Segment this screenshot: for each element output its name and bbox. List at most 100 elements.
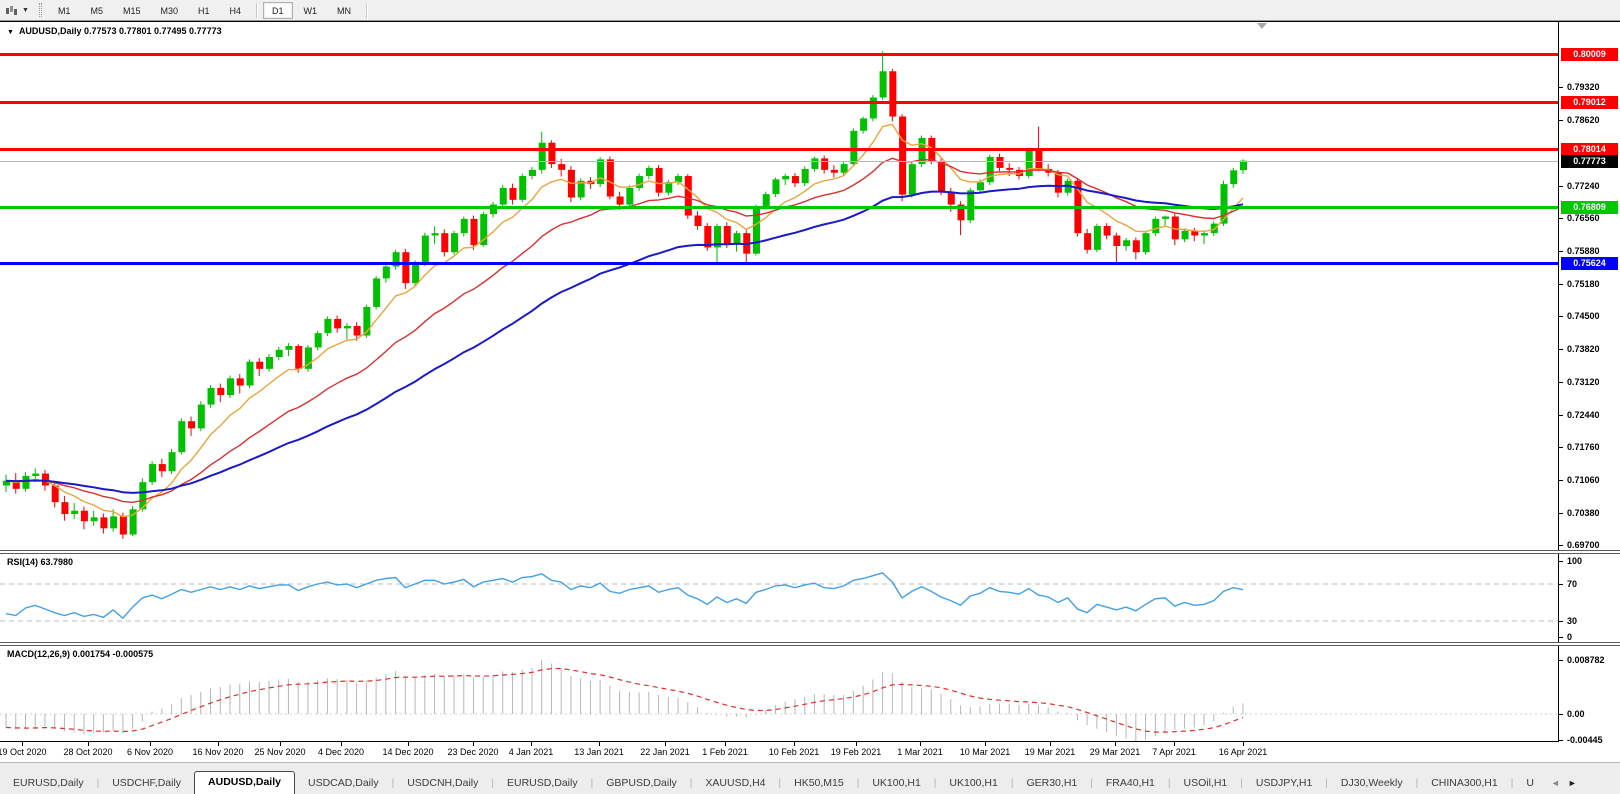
candle-up <box>1230 170 1238 185</box>
axis-tick <box>1558 87 1563 88</box>
rsi-axis-label: 0 <box>1567 632 1573 642</box>
date-label: 6 Nov 2020 <box>126 747 174 757</box>
date-tick <box>725 742 726 746</box>
chart-tab-china300[interactable]: CHINA300,H1 <box>1418 774 1511 794</box>
candle-down <box>295 345 303 369</box>
axis-tick <box>1558 637 1563 638</box>
chart-tab-usdcad[interactable]: USDCAD,Daily <box>295 774 392 794</box>
chart-tab-ger30[interactable]: GER30,H1 <box>1013 774 1090 794</box>
date-tick <box>473 742 474 746</box>
timeframe-button-mn[interactable]: MN <box>328 2 360 19</box>
candle-up <box>636 176 644 188</box>
chart-type-icon[interactable]: ▼ <box>4 4 33 17</box>
timeframe-button-m15[interactable]: M15 <box>114 2 150 19</box>
axis-price-label: 0.79320 <box>1567 82 1600 92</box>
date-axis[interactable]: 19 Oct 2020 28 Oct 2020 6 Nov 2020 16 Nov 2… <box>0 742 1620 762</box>
mt4-terminal: ▼ M1 M5 M15 M30 H1 H4 D1 W1 MN ▼ AUDUSD,Daily 0.7… <box>0 0 1620 794</box>
chart-tab-uk100[interactable]: UK100,H1 <box>859 774 933 794</box>
horizontal-level-line[interactable] <box>0 262 1558 265</box>
candle-up <box>860 118 868 131</box>
macd-axis-label: 0.00 <box>1567 709 1585 719</box>
toolbar-grip[interactable] <box>38 3 42 17</box>
candle-down <box>402 252 410 284</box>
date-tick <box>150 742 151 746</box>
axis-price-label: 0.78620 <box>1567 115 1600 125</box>
chart-tab-usdchf[interactable]: USDCHF,Daily <box>99 774 194 794</box>
candles-icon <box>6 5 17 15</box>
candle-down <box>100 517 108 529</box>
chart-tab-dj30[interactable]: DJ30,Weekly <box>1328 774 1416 794</box>
date-tick <box>408 742 409 746</box>
horizontal-level-line[interactable] <box>0 53 1558 56</box>
rsi-axis-label: 100 <box>1567 556 1583 566</box>
current-price-badge: 0.77773 <box>1561 155 1618 168</box>
chart-tab-usdjpy[interactable]: USDJPY,H1 <box>1243 774 1325 794</box>
price-axis-line <box>1558 21 1559 741</box>
chart-tab-xauusd[interactable]: XAUUSD,H4 <box>692 774 778 794</box>
level-price-badge: 0.76809 <box>1561 201 1618 214</box>
chart-tab-audusd[interactable]: AUDUSD,Daily <box>194 771 295 794</box>
horizontal-level-line[interactable] <box>0 148 1558 151</box>
candle-down <box>606 159 614 197</box>
horizontal-level-line[interactable] <box>0 101 1558 104</box>
timeframe-button-m1[interactable]: M1 <box>49 2 80 19</box>
date-tick <box>1174 742 1175 746</box>
chart-tab-eurusd[interactable]: EURUSD,Daily <box>494 774 591 794</box>
axis-price-label: 0.71060 <box>1567 475 1600 485</box>
candle-down <box>889 71 897 117</box>
date-label: 10 Mar 2021 <box>959 747 1011 757</box>
chart-tab-fra40[interactable]: FRA40,H1 <box>1093 774 1168 794</box>
candle-down <box>158 464 166 472</box>
candle-up <box>246 361 254 386</box>
date-tick <box>856 742 857 746</box>
chart-tab-gbpusd[interactable]: GBPUSD,Daily <box>593 774 690 794</box>
date-tick <box>985 742 986 746</box>
date-label: 19 Mar 2021 <box>1024 747 1076 757</box>
macd-panel[interactable] <box>0 647 1558 741</box>
timeframe-button-w1[interactable]: W1 <box>295 2 327 19</box>
current-price-line <box>0 161 1558 162</box>
axis-price-label: 0.76560 <box>1567 213 1600 223</box>
axis-price-label: 0.70380 <box>1567 508 1600 518</box>
date-label: 29 Mar 2021 <box>1089 747 1141 757</box>
rsi-indicator-label: RSI(14) 63.7980 <box>7 557 74 567</box>
collapse-icon[interactable]: ▼ <box>7 29 14 36</box>
timeframe-button-h1[interactable]: H1 <box>189 2 219 19</box>
level-price-badge: 0.80009 <box>1561 48 1618 61</box>
date-tick <box>920 742 921 746</box>
timeframe-button-d1[interactable]: D1 <box>263 1 293 19</box>
axis-price-label: 0.73120 <box>1567 377 1600 387</box>
tab-scroll-left-icon[interactable]: ◄ <box>1547 778 1564 794</box>
axis-tick <box>1558 349 1563 350</box>
rsi-panel[interactable] <box>0 555 1558 642</box>
chart-tab-eurusd[interactable]: EURUSD,Daily <box>0 774 97 794</box>
chart-tab-usoil[interactable]: USOil,H1 <box>1171 774 1241 794</box>
chart-tab-usdcnh[interactable]: USDCNH,Daily <box>394 774 491 794</box>
candle-up <box>382 266 390 279</box>
candle-down <box>938 161 946 192</box>
date-label: 16 Apr 2021 <box>1218 747 1268 757</box>
chart-tab-u[interactable]: U <box>1513 774 1547 794</box>
candle-down <box>830 169 838 173</box>
macd-axis-label: 0.008782 <box>1567 655 1605 665</box>
timeframe-button-m5[interactable]: M5 <box>81 2 112 19</box>
rsi-axis-label: 70 <box>1567 579 1578 589</box>
candle-down <box>1103 226 1111 236</box>
candle-up <box>519 176 527 200</box>
panel-separator[interactable] <box>0 642 1620 646</box>
chart-tab-uk100[interactable]: UK100,H1 <box>936 774 1010 794</box>
candle-up <box>538 142 546 170</box>
tab-scroll-right-icon[interactable]: ► <box>1564 778 1581 794</box>
timeframe-button-m30[interactable]: M30 <box>151 2 187 19</box>
candle-up <box>908 164 916 195</box>
chart-shift-marker[interactable] <box>1257 23 1267 29</box>
timeframe-button-h4[interactable]: H4 <box>221 2 251 19</box>
axis-tick <box>1558 186 1563 187</box>
date-label: 19 Oct 2020 <box>0 747 47 757</box>
toolbar-separator <box>366 2 368 18</box>
horizontal-level-line[interactable] <box>0 206 1558 209</box>
moving-average-slow <box>5 184 1244 494</box>
candle-down <box>723 226 731 245</box>
candle-up <box>227 378 235 396</box>
chart-tab-hk50[interactable]: HK50,M15 <box>781 774 857 794</box>
